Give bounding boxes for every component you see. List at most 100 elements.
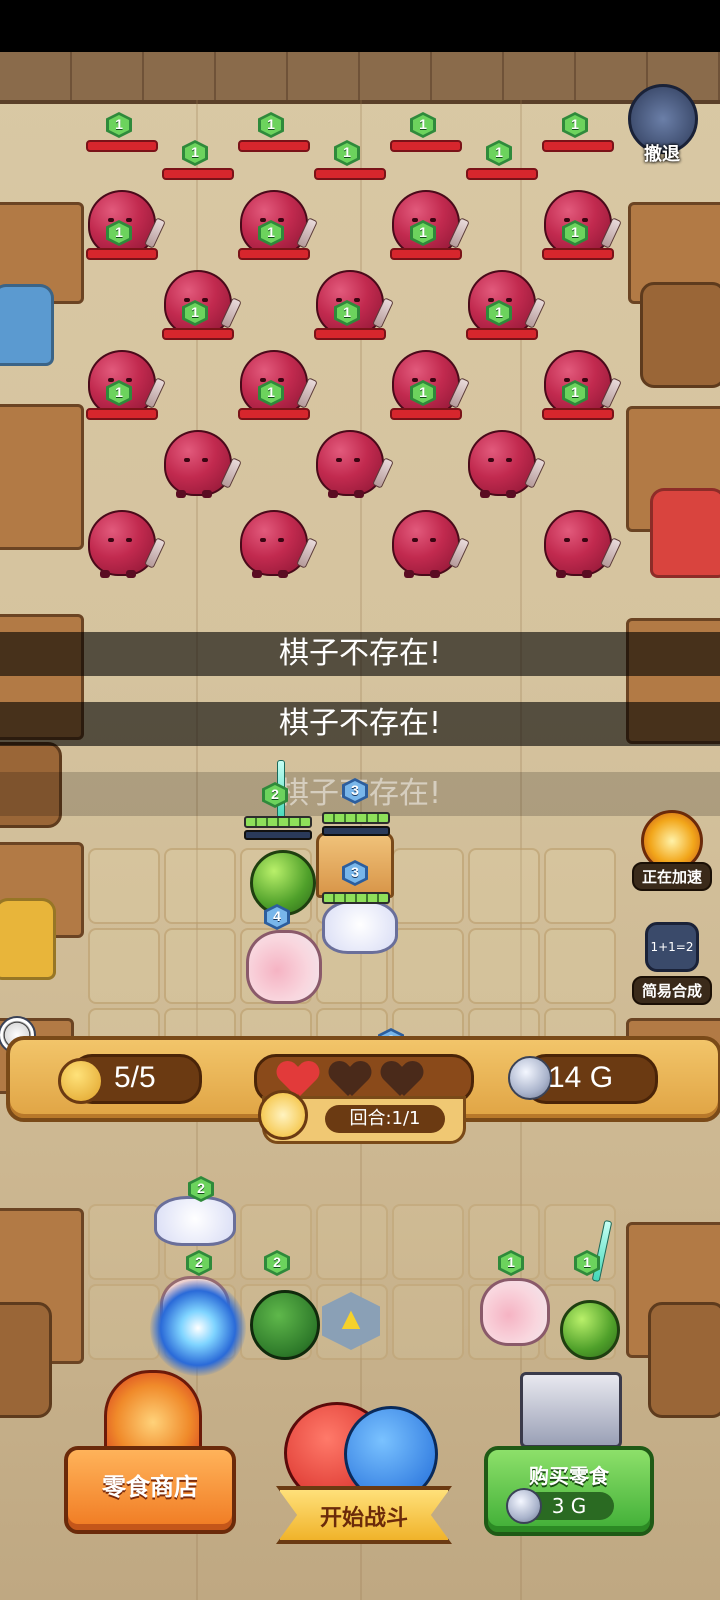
- enemy-blob[interactable]: [388, 508, 470, 580]
- enemy-health-bar: [162, 328, 234, 340]
- enemy-blob[interactable]: [84, 508, 166, 580]
- timer-icon: [258, 1090, 308, 1140]
- board-tile[interactable]: [88, 928, 160, 1004]
- bench-tile[interactable]: [392, 1204, 464, 1280]
- unit-level-badge: 2: [188, 1176, 214, 1202]
- snack-shop-button[interactable]: 零食商店: [64, 1446, 236, 1534]
- enemy-health-bar: [238, 408, 310, 420]
- speed-up-button[interactable]: 正在加速: [632, 810, 712, 891]
- unit-mana-bar: [244, 830, 312, 840]
- unit-level-badge: 3: [342, 860, 368, 886]
- unit-level-badge: 1: [574, 1250, 600, 1276]
- board-tile[interactable]: [468, 848, 540, 924]
- bench-tile[interactable]: [316, 1204, 388, 1280]
- cotton-candy-unit[interactable]: [246, 930, 322, 1004]
- enemy-health-bar: [390, 248, 462, 260]
- enemy-health-bar: [390, 408, 462, 420]
- desk: [0, 404, 84, 550]
- enemy-blob[interactable]: [312, 428, 394, 500]
- enemy-level-badge: 1: [334, 140, 360, 166]
- enemy-level-badge: 1: [562, 220, 588, 246]
- bench-tile[interactable]: [88, 1204, 160, 1280]
- enemy-blob[interactable]: [236, 508, 318, 580]
- enemy-health-bar: [314, 168, 386, 180]
- retreat-label: 撤退: [644, 144, 680, 165]
- board-tile[interactable]: [392, 848, 464, 924]
- unit-level-badge: 1: [498, 1250, 524, 1276]
- enemy-level-badge: 1: [258, 112, 284, 138]
- coin-icon: [508, 1056, 552, 1100]
- board-tile[interactable]: [88, 848, 160, 924]
- board-tile[interactable]: [392, 928, 464, 1004]
- ghost-unit[interactable]: [322, 900, 398, 954]
- enemy-level-badge: 1: [182, 140, 208, 166]
- lollipop-unit[interactable]: [560, 1219, 620, 1360]
- start-battle-label: 开始战斗: [319, 1506, 408, 1531]
- bench-tile[interactable]: [392, 1284, 464, 1360]
- board-tile[interactable]: [468, 928, 540, 1004]
- easy-merge-button[interactable]: 1+1=2 简易合成: [632, 922, 712, 1005]
- board-tile[interactable]: [164, 928, 236, 1004]
- retreat-button[interactable]: 撤退: [628, 84, 698, 168]
- enemy-level-badge: 1: [106, 112, 132, 138]
- enemy-level-badge: 1: [258, 380, 284, 406]
- error-toast: 棋子不存在!: [0, 632, 720, 676]
- enemy-health-bar: [86, 408, 158, 420]
- coin-icon: [506, 1488, 542, 1524]
- gold-amount: 14 G: [548, 1061, 614, 1094]
- board-tile[interactable]: [164, 848, 236, 924]
- bench-tile[interactable]: [88, 1284, 160, 1360]
- unit-health-bar: [322, 812, 390, 824]
- enemy-health-bar: [542, 408, 614, 420]
- classroom-wall: [0, 52, 720, 104]
- enemy-blob[interactable]: [464, 428, 546, 500]
- unit-level-badge: 3: [342, 778, 368, 804]
- start-battle-ribbon: 开始战斗: [276, 1486, 452, 1544]
- board-tile[interactable]: [544, 848, 616, 924]
- enemy-blob[interactable]: [160, 428, 242, 500]
- heart-icon: [330, 1062, 370, 1098]
- enemy-health-bar: [238, 248, 310, 260]
- enemy-health-bar: [466, 328, 538, 340]
- enemy-health-bar: [542, 140, 614, 152]
- enemy-level-badge: 1: [182, 300, 208, 326]
- unit-level-badge: 2: [264, 1250, 290, 1276]
- backpack-icon: [650, 488, 720, 578]
- unit-level-badge: 2: [186, 1250, 212, 1276]
- population-icon: [58, 1058, 104, 1104]
- portal-icon: [150, 1280, 246, 1376]
- chair: [0, 1302, 52, 1418]
- enemy-level-badge: 1: [106, 220, 132, 246]
- unit-mana-bar: [322, 826, 390, 836]
- easy-merge-icon: 1+1=2: [645, 922, 699, 972]
- board-tile[interactable]: [544, 928, 616, 1004]
- enemy-blob[interactable]: [540, 508, 622, 580]
- unit-health-bar: [244, 816, 312, 828]
- enemy-health-bar: [314, 328, 386, 340]
- round-counter: 回合:1/1: [325, 1105, 445, 1133]
- enemy-level-badge: 1: [334, 300, 360, 326]
- ghost-unit[interactable]: [154, 1196, 236, 1246]
- enemy-health-bar: [162, 168, 234, 180]
- snack-shop-label: 零食商店: [102, 1473, 198, 1501]
- enemy-level-badge: 1: [562, 112, 588, 138]
- unit-level-badge: 4: [264, 904, 290, 930]
- snack-cart-icon: [520, 1372, 622, 1448]
- heart-icon: [382, 1062, 422, 1098]
- speed-up-label: 正在加速: [632, 862, 712, 891]
- enemy-level-badge: 1: [562, 380, 588, 406]
- start-battle-button[interactable]: 开始战斗: [276, 1372, 452, 1544]
- unit-level-badge: 2: [262, 782, 288, 808]
- enemy-health-bar: [542, 248, 614, 260]
- error-toast: 棋子不存在!: [0, 702, 720, 746]
- enemy-health-bar: [466, 168, 538, 180]
- cotton-candy-unit[interactable]: [480, 1278, 550, 1346]
- buy-snack-button[interactable]: 购买零食 3 G: [484, 1446, 654, 1536]
- buy-snack-label: 购买零食: [529, 1464, 609, 1488]
- enemy-health-bar: [238, 140, 310, 152]
- enemy-level-badge: 1: [410, 220, 436, 246]
- enemy-level-badge: 1: [486, 140, 512, 166]
- shop-stall-icon: [104, 1370, 202, 1458]
- melon-unit[interactable]: [250, 1290, 320, 1360]
- enemy-level-badge: 1: [258, 220, 284, 246]
